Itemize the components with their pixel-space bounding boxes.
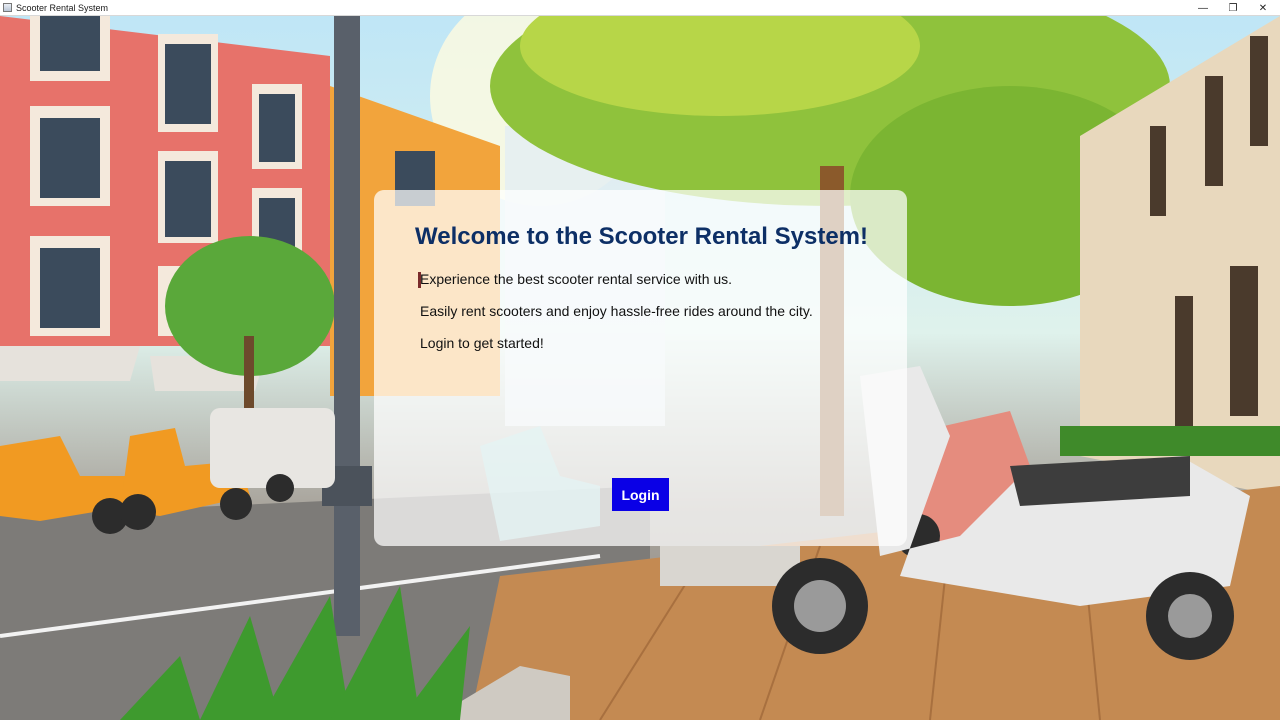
login-button[interactable]: Login: [612, 478, 669, 511]
minimize-button[interactable]: —: [1188, 0, 1218, 16]
window-title: Scooter Rental System: [16, 3, 109, 13]
maximize-button[interactable]: ❐: [1218, 0, 1248, 16]
app-icon: [3, 3, 12, 12]
close-button[interactable]: ✕: [1248, 0, 1278, 16]
welcome-line-2: Easily rent scooters and enjoy hassle-fr…: [420, 303, 813, 319]
welcome-line-3: Login to get started!: [420, 335, 544, 351]
window-title-bar: Scooter Rental System — ❐ ✕: [0, 0, 1280, 16]
welcome-line-1: Experience the best scooter rental servi…: [420, 271, 733, 287]
welcome-panel: Welcome to the Scooter Rental System! Ex…: [374, 190, 907, 546]
welcome-title: Welcome to the Scooter Rental System!: [415, 223, 868, 250]
